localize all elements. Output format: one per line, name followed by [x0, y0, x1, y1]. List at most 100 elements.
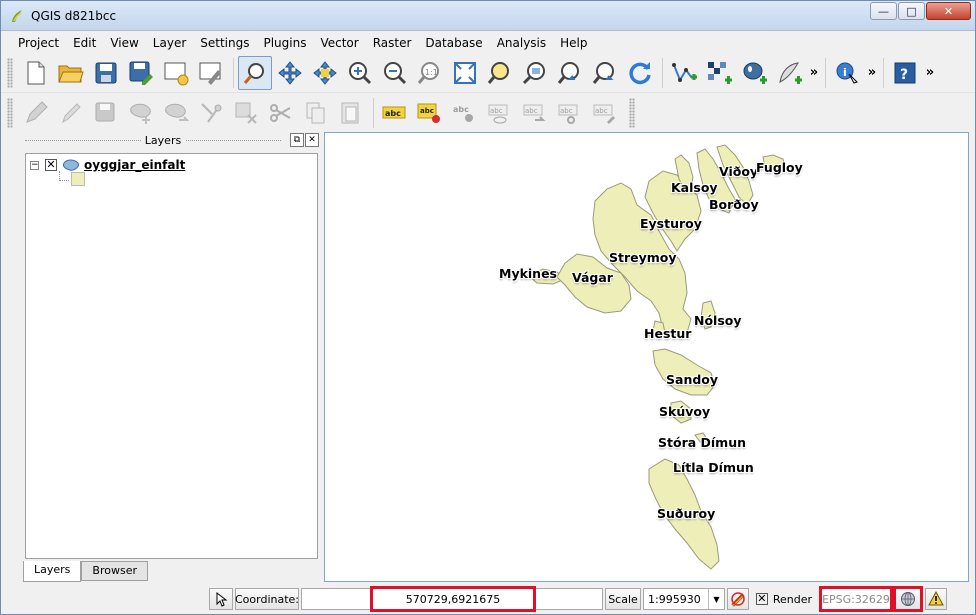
toolbar-separator — [662, 57, 663, 88]
pan-to-selection-icon[interactable] — [308, 56, 342, 90]
scale-combobox[interactable]: 1:995930 ▼ — [643, 588, 725, 610]
toggle-editing-icon[interactable] — [19, 96, 53, 130]
menu-layer[interactable]: Layer — [146, 36, 193, 50]
refresh-icon[interactable] — [623, 56, 657, 90]
add-feature-icon[interactable] — [124, 96, 158, 130]
zoom-to-selection-icon[interactable] — [483, 56, 517, 90]
map-label-vidoy: Viðoy — [719, 164, 759, 179]
zoom-out-icon[interactable] — [378, 56, 412, 90]
open-project-icon[interactable] — [54, 56, 88, 90]
toolbar-more-icon[interactable]: » — [865, 65, 879, 80]
paste-features-icon[interactable] — [334, 96, 368, 130]
zoom-last-icon[interactable] — [553, 56, 587, 90]
maximize-button[interactable]: □ — [898, 2, 925, 20]
layers-panel-title: Layers — [140, 134, 186, 147]
tab-browser[interactable]: Browser — [81, 561, 148, 581]
rotate-label-icon[interactable]: abc — [553, 96, 587, 130]
cut-features-icon[interactable] — [264, 96, 298, 130]
menu-analysis[interactable]: Analysis — [490, 36, 553, 50]
render-checkbox[interactable]: ✕ — [756, 593, 768, 605]
close-button[interactable]: ✕ — [926, 2, 971, 20]
chevron-down-icon[interactable]: ▼ — [708, 589, 724, 609]
layer-visibility-checkbox[interactable]: ✕ — [45, 159, 57, 171]
coordinate-field[interactable]: 570729,6921675 — [301, 586, 603, 612]
move-label-icon[interactable]: abc — [518, 96, 552, 130]
panel-close-button[interactable]: ✕ — [305, 133, 319, 147]
identify-icon[interactable]: i — [830, 56, 864, 90]
move-feature-icon[interactable] — [159, 96, 193, 130]
toolbar-more-icon[interactable]: » — [807, 65, 821, 80]
new-print-composer-icon[interactable] — [159, 56, 193, 90]
menu-vector[interactable]: Vector — [313, 36, 365, 50]
polygon-layer-icon — [63, 159, 79, 171]
render-toggle[interactable]: ✕ Render — [751, 588, 813, 610]
current-edits-icon[interactable] — [54, 96, 88, 130]
node-tool-icon[interactable] — [194, 96, 228, 130]
layer-name[interactable]: oyggjar_einfalt — [84, 158, 185, 172]
touch-zoom-icon[interactable] — [238, 55, 272, 90]
zoom-in-icon[interactable] — [343, 56, 377, 90]
add-vector-layer-icon[interactable] — [667, 56, 701, 90]
panel-float-button[interactable]: ⧉ — [290, 133, 304, 147]
change-label-icon[interactable]: abc — [588, 96, 622, 130]
tab-layers[interactable]: Layers — [23, 561, 82, 582]
map-label-hestur: Hestur — [644, 326, 692, 341]
messages-button[interactable] — [925, 588, 947, 610]
save-as-icon[interactable] — [124, 56, 158, 90]
zoom-actual-size-icon[interactable]: 1:1 — [413, 56, 447, 90]
menu-raster[interactable]: Raster — [366, 36, 419, 50]
layer-row[interactable]: − ✕ oyggjar_einfalt — [30, 157, 185, 173]
label-layer-icon[interactable]: abc — [378, 96, 412, 130]
copy-features-icon[interactable] — [299, 96, 333, 130]
toolbar-separator — [373, 98, 374, 128]
toolbar-grip[interactable] — [7, 98, 13, 128]
layer-symbol-swatch[interactable] — [71, 172, 85, 186]
composer-manager-icon[interactable] — [194, 56, 228, 90]
save-project-icon[interactable] — [89, 56, 123, 90]
delete-selected-icon[interactable] — [229, 96, 263, 130]
zoom-to-layer-icon[interactable] — [518, 56, 552, 90]
zoom-full-icon[interactable] — [448, 56, 482, 90]
minimize-button[interactable]: — — [870, 2, 897, 20]
map-canvas[interactable]: Viðoy Fugloy Kalsoy Borðoy Eysturoy Stre… — [324, 132, 969, 582]
pan-map-icon[interactable] — [273, 56, 307, 90]
projection-properties-button[interactable] — [893, 586, 923, 612]
add-spatialite-layer-icon[interactable] — [772, 56, 806, 90]
coordinate-highlight: 570729,6921675 — [370, 586, 536, 612]
toolbar-grip[interactable] — [7, 57, 13, 88]
coordinate-value: 570729,6921675 — [405, 592, 501, 606]
toolbar-separator — [233, 57, 234, 88]
map-label-eysturoy: Eysturoy — [640, 216, 702, 231]
menu-project[interactable]: Project — [11, 36, 66, 50]
map-label-suduroy: Suðuroy — [657, 506, 716, 521]
crs-value: EPSG:32629 — [822, 592, 890, 606]
pin-labels-icon[interactable]: abc — [448, 96, 482, 130]
menu-settings[interactable]: Settings — [193, 36, 256, 50]
add-postgis-layer-icon[interactable] — [737, 56, 771, 90]
toolbar-more-icon[interactable]: » — [923, 65, 937, 80]
menu-edit[interactable]: Edit — [66, 36, 103, 50]
toolbar-separator — [825, 57, 826, 88]
toolbar-grip[interactable] — [629, 98, 635, 128]
layer-tree[interactable]: − ✕ oyggjar_einfalt — [25, 153, 318, 559]
crs-status-field[interactable]: EPSG:32629 — [819, 586, 893, 612]
new-project-icon[interactable] — [19, 56, 53, 90]
svg-text:i: i — [843, 66, 847, 79]
zoom-next-icon[interactable] — [588, 56, 622, 90]
stop-render-button[interactable] — [727, 588, 749, 610]
add-raster-layer-icon[interactable] — [702, 56, 736, 90]
toggle-extents-button[interactable] — [209, 588, 233, 610]
tree-branch-line — [59, 171, 69, 181]
menu-help[interactable]: Help — [553, 36, 594, 50]
menu-view[interactable]: View — [103, 36, 145, 50]
layer-labeling-icon[interactable]: abc — [413, 96, 447, 130]
window-title: QGIS d821bcc — [31, 8, 117, 23]
qgis-logo-icon — [12, 9, 22, 22]
title-bar: QGIS d821bcc — □ ✕ — [1, 1, 975, 31]
menu-plugins[interactable]: Plugins — [256, 36, 313, 50]
show-hide-labels-icon[interactable]: abc — [483, 96, 517, 130]
menu-database[interactable]: Database — [418, 36, 489, 50]
save-edits-icon[interactable] — [89, 96, 123, 130]
help-icon[interactable]: ? — [888, 56, 922, 90]
collapse-icon[interactable]: − — [30, 160, 39, 170]
